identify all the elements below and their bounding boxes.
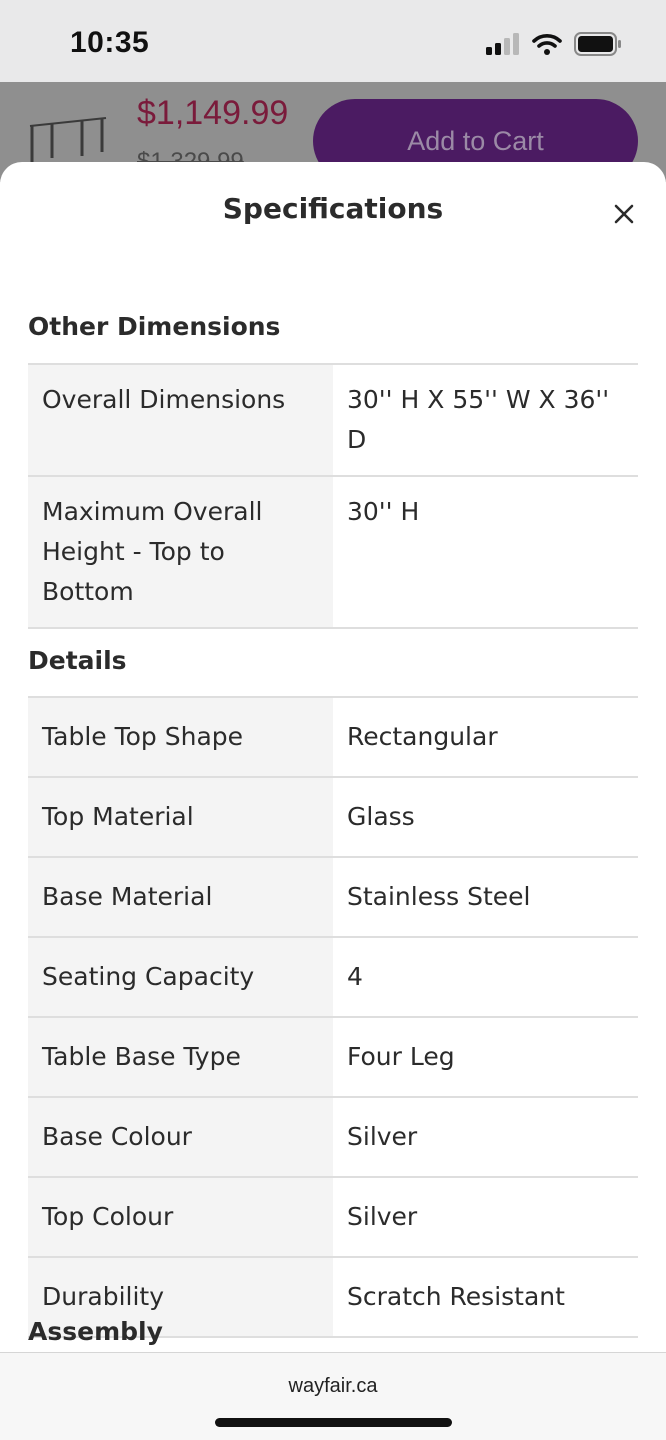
section-heading-other-dimensions: Other Dimensions xyxy=(28,312,281,341)
home-indicator[interactable] xyxy=(215,1418,452,1427)
spec-value: 30'' H xyxy=(333,475,638,629)
spec-label: Maximum Overall Height - Top to Bottom xyxy=(28,475,333,629)
signal-icon xyxy=(486,33,519,55)
spec-label: Base Material xyxy=(28,856,333,937)
table-row: Base Colour Silver xyxy=(28,1096,638,1177)
table-row: Top Material Glass xyxy=(28,776,638,857)
spec-label: Base Colour xyxy=(28,1096,333,1177)
spec-label: Seating Capacity xyxy=(28,936,333,1017)
address-bar[interactable]: wayfair.ca xyxy=(0,1375,666,1398)
current-price: $1,149.99 xyxy=(137,94,289,132)
browser-bottom-bar: wayfair.ca xyxy=(0,1352,666,1440)
table-row: Overall Dimensions 30'' H X 55'' W X 36'… xyxy=(28,363,638,476)
section-heading-assembly: Assembly xyxy=(28,1317,163,1346)
spec-value: Silver xyxy=(333,1176,638,1257)
spec-value: Rectangular xyxy=(333,696,638,777)
details-table: Table Top Shape Rectangular Top Material… xyxy=(28,696,638,1338)
table-row: Base Material Stainless Steel xyxy=(28,856,638,937)
spec-value: Scratch Resistant xyxy=(333,1256,638,1338)
spec-value: Four Leg xyxy=(333,1016,638,1097)
specifications-sheet: Specifications Other Dimensions Overall … xyxy=(0,162,666,1352)
spec-label: Top Material xyxy=(28,776,333,857)
close-icon xyxy=(614,204,634,224)
table-row: Top Colour Silver xyxy=(28,1176,638,1257)
product-thumbnail[interactable] xyxy=(26,112,110,162)
spec-label: Overall Dimensions xyxy=(28,363,333,476)
table-row: Table Top Shape Rectangular xyxy=(28,696,638,777)
section-heading-details: Details xyxy=(28,646,127,675)
spec-label: Top Colour xyxy=(28,1176,333,1257)
spec-value: Stainless Steel xyxy=(333,856,638,937)
spec-value: Silver xyxy=(333,1096,638,1177)
close-button[interactable] xyxy=(606,196,642,232)
status-time: 10:35 xyxy=(70,26,150,59)
spec-value: 4 xyxy=(333,936,638,1017)
table-row: Seating Capacity 4 xyxy=(28,936,638,1017)
table-row: Maximum Overall Height - Top to Bottom 3… xyxy=(28,475,638,629)
table-row: Table Base Type Four Leg xyxy=(28,1016,638,1097)
sheet-title: Specifications xyxy=(222,192,444,225)
spec-label: Table Top Shape xyxy=(28,696,333,777)
battery-icon xyxy=(574,32,621,56)
spec-label: Table Base Type xyxy=(28,1016,333,1097)
status-bar: 10:35 xyxy=(0,0,666,82)
spec-value: 30'' H X 55'' W X 36'' D xyxy=(333,363,638,476)
spec-value: Glass xyxy=(333,776,638,857)
other-dimensions-table: Overall Dimensions 30'' H X 55'' W X 36'… xyxy=(28,363,638,629)
status-icons xyxy=(486,30,622,58)
wifi-icon xyxy=(532,34,562,55)
